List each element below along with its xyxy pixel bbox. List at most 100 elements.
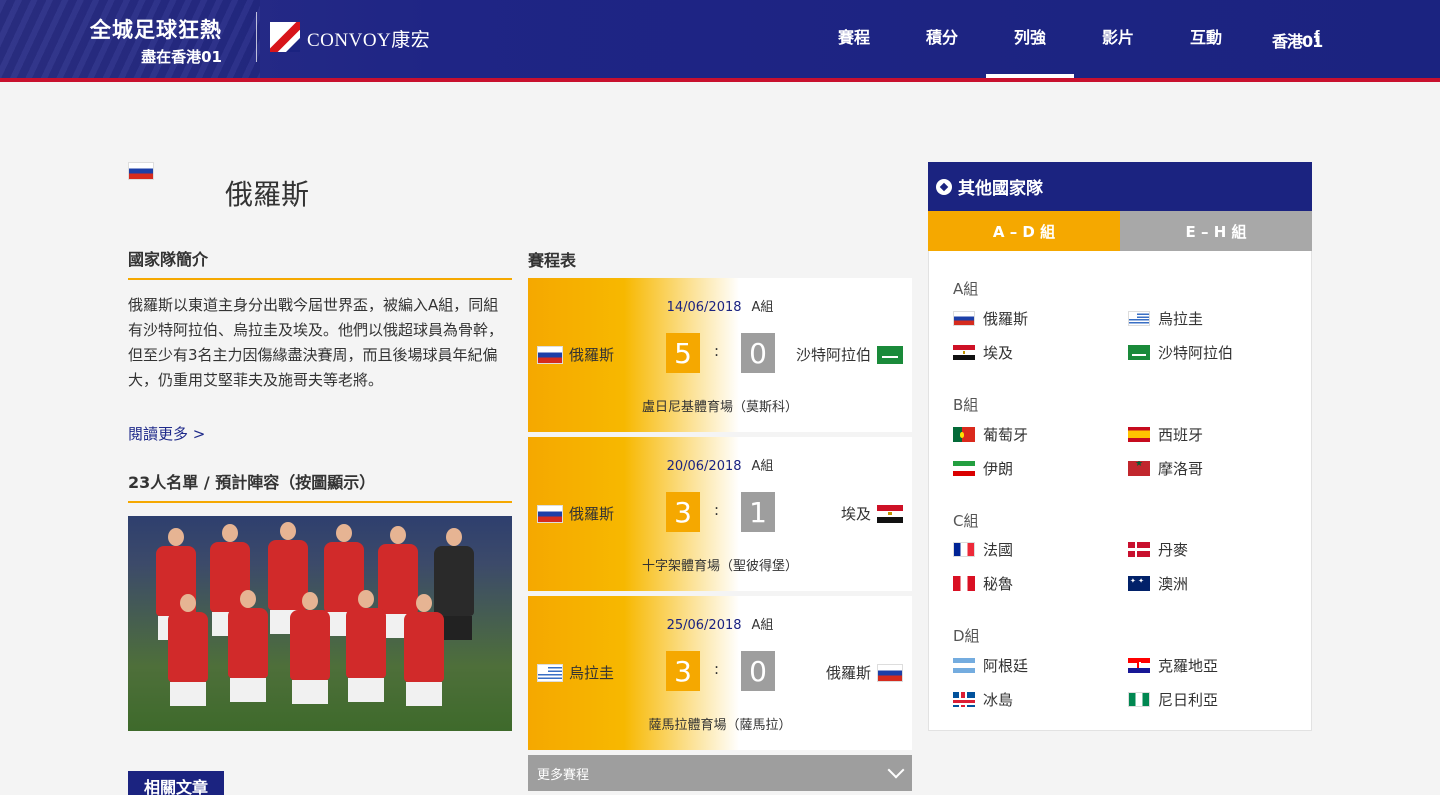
team-photo[interactable] [128,516,512,731]
nav-interactive[interactable]: 互動 [1162,0,1250,78]
country-link[interactable]: 阿根廷 [953,655,1028,676]
home-score: 5 [666,333,700,373]
intro-text: 俄羅斯以東道主身分出戰今屆世界盃，被編入A組，同組有沙特阿拉伯、烏拉圭及埃及。他… [128,296,504,389]
logo-divider [256,12,257,62]
nav-teams[interactable]: 列強 [986,0,1074,78]
egypt-flag-icon [877,504,903,523]
site-logo[interactable]: 全城足球狂熱 盡在香港01 [90,14,222,67]
france-flag-icon [953,542,975,557]
russia-flag-icon [537,345,563,364]
intro-title: 國家隊簡介 [128,246,512,280]
country-link[interactable]: 澳洲 [1128,573,1188,594]
nigeria-flag-icon [1128,692,1150,707]
country-link[interactable]: 秘魯 [953,573,1013,594]
away-team: 沙特阿拉伯 [796,344,903,365]
home-score: 3 [666,492,700,532]
match-venue: 薩馬拉體育場（薩馬拉） [648,718,792,733]
iran-flag-icon [953,461,975,476]
group-label: B組 [953,396,979,414]
russia-flag-icon [953,311,975,326]
photo-player [378,526,418,638]
schedule-title: 賽程表 [528,247,912,281]
russia-flag-icon [537,504,563,523]
match-date: 20/06/2018 A組 [666,459,774,474]
score-separator: : [714,660,720,678]
match-card[interactable]: 14/06/2018 A組 俄羅斯 5 : 0 沙特阿拉伯 盧日尼基體育場（莫斯科… [528,278,912,432]
facebook-icon[interactable]: f [1314,27,1320,47]
page-title: 俄羅斯 [225,178,310,211]
saudi-arabia-flag-icon [1128,345,1150,360]
country-link[interactable]: 丹麥 [1128,539,1188,560]
country-link[interactable]: 尼日利亞 [1128,689,1218,710]
uruguay-flag-icon [537,663,563,682]
country-link[interactable]: 法國 [953,539,1013,560]
photo-goalkeeper [434,528,474,640]
country-link[interactable]: 俄羅斯 [953,308,1028,329]
away-score: 1 [741,492,775,532]
nav-standings[interactable]: 積分 [898,0,986,78]
chevron-down-icon [887,761,905,779]
nav-schedule[interactable]: 賽程 [810,0,898,78]
convoy-logo-icon [270,22,300,52]
other-teams-header: 其他國家隊 [928,162,1312,211]
match-date: 14/06/2018 A組 [666,300,774,315]
spain-flag-icon [1128,427,1150,442]
score-separator: : [714,342,720,360]
photo-player [404,594,444,706]
photo-player [290,592,330,704]
main-nav: 賽程 積分 列強 影片 互動 [810,0,1250,78]
related-articles-button[interactable]: 相關文章 [128,771,224,795]
peru-flag-icon [953,576,975,591]
logo-line1: 全城足球狂熱 [90,18,222,42]
logo-line2: 盡在香港01 [141,48,222,66]
russia-flag-icon [877,663,903,682]
country-link[interactable]: 冰島 [953,689,1013,710]
saudi-arabia-flag-icon [877,345,903,364]
morocco-flag-icon [1128,461,1150,476]
egypt-flag-icon [953,345,975,360]
home-team: 俄羅斯 [537,503,614,524]
country-link[interactable]: 西班牙 [1128,424,1203,445]
argentina-flag-icon [953,658,975,673]
home-team: 烏拉圭 [537,662,614,683]
group-label: A組 [953,280,979,298]
read-more-link[interactable]: 閱讀更多 > [128,423,205,444]
home-score: 3 [666,651,700,691]
away-team: 埃及 [841,503,903,524]
group-list-panel: A組 俄羅斯 烏拉圭 埃及 沙特阿拉伯 B組 葡萄牙 西班牙 伊朗 摩洛哥 C組… [928,251,1312,731]
croatia-flag-icon [1128,658,1150,673]
match-card[interactable]: 20/06/2018 A組 俄羅斯 3 : 1 埃及 十字架體育場（聖彼得堡） [528,437,912,591]
football-icon [936,178,952,195]
uruguay-flag-icon [1128,311,1150,326]
match-venue: 十字架體育場（聖彼得堡） [641,559,798,574]
away-score: 0 [741,333,775,373]
country-link[interactable]: 伊朗 [953,458,1013,479]
photo-player [228,590,268,702]
country-link[interactable]: 埃及 [953,342,1013,363]
other-teams-title: 其他國家隊 [958,179,1043,199]
country-link[interactable]: 烏拉圭 [1128,308,1203,329]
away-score: 0 [741,651,775,691]
country-link[interactable]: 沙特阿拉伯 [1128,342,1233,363]
score-separator: : [714,501,720,519]
photo-player [168,594,208,706]
more-matches-button[interactable]: 更多賽程 [528,755,912,791]
group-label: C組 [953,512,979,530]
tab-groups-a-d[interactable]: A – D 組 [928,211,1120,251]
country-link[interactable]: 克羅地亞 [1128,655,1218,676]
denmark-flag-icon [1128,542,1150,557]
sponsor-name: CONVOY康宏 [307,30,431,51]
match-card[interactable]: 25/06/2018 A組 烏拉圭 3 : 0 俄羅斯 薩馬拉體育場（薩馬拉） [528,596,912,750]
top-header: 全城足球狂熱 盡在香港01 CONVOY康宏 賽程 積分 列強 影片 互動 香港… [0,0,1440,82]
more-matches-label: 更多賽程 [537,767,590,783]
country-link[interactable]: 葡萄牙 [953,424,1028,445]
nav-videos[interactable]: 影片 [1074,0,1162,78]
home-team: 俄羅斯 [537,344,614,365]
portugal-flag-icon [953,427,975,442]
squad-title: 23人名單 / 預計陣容（按圖顯示） [128,469,512,503]
tab-groups-e-h[interactable]: E – H 組 [1120,211,1312,251]
away-team: 俄羅斯 [826,662,903,683]
group-label: D組 [953,627,980,645]
iceland-flag-icon [953,692,975,707]
country-link[interactable]: 摩洛哥 [1128,458,1203,479]
